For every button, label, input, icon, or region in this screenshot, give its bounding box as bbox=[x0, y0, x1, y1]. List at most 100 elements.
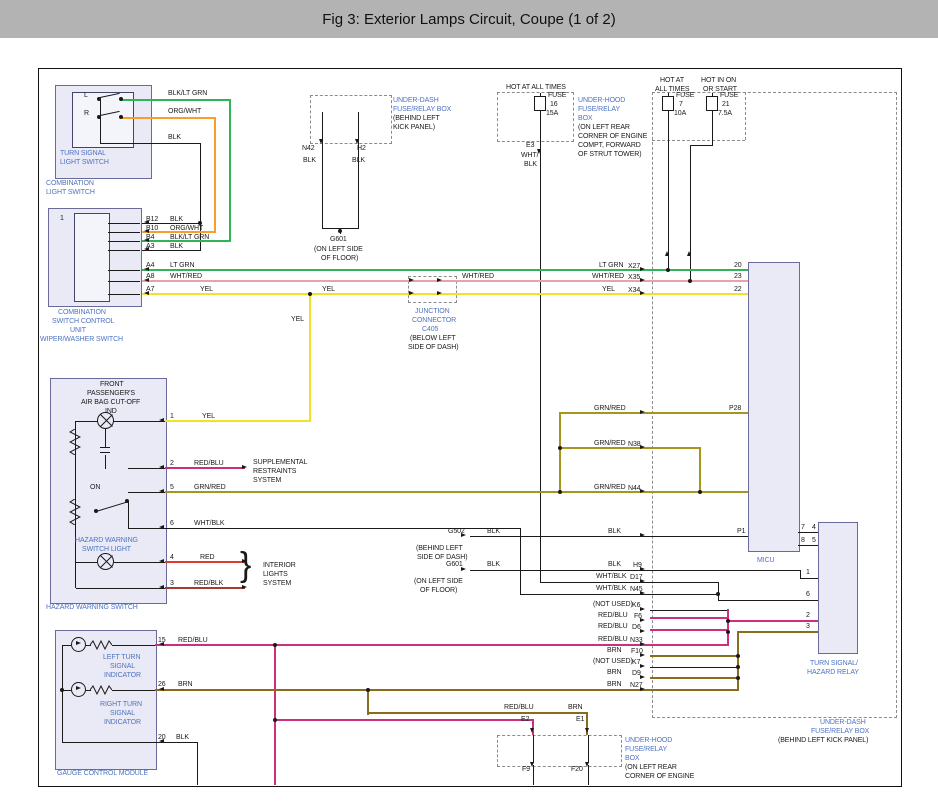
wire-label: N44 bbox=[628, 485, 641, 492]
connector-arrow-icon bbox=[640, 291, 645, 295]
component-caption: FUSE/RELAY BOX bbox=[393, 106, 451, 113]
wire-label: SUPPLEMENTAL bbox=[253, 459, 307, 466]
connector-arrow-icon bbox=[355, 139, 359, 144]
wire-label: RED/BLU bbox=[194, 460, 224, 467]
connector-arrow-icon bbox=[159, 489, 164, 493]
wire-label: HOT IN ON bbox=[701, 77, 736, 84]
component-caption: JUNCTION bbox=[415, 308, 450, 315]
wire-label: HOT AT bbox=[660, 77, 684, 84]
junction-dot bbox=[736, 676, 740, 680]
wire-label: (ON LEFT REAR bbox=[625, 764, 677, 771]
wire-label: SYSTEM bbox=[253, 477, 281, 484]
wire-label: N42 bbox=[302, 145, 315, 152]
wire-segment bbox=[108, 294, 140, 295]
wire-label: P28 bbox=[729, 405, 741, 412]
component-caption: BOX bbox=[625, 755, 639, 762]
wire-label: BLK bbox=[524, 161, 537, 168]
connector-arrow-icon bbox=[159, 559, 164, 563]
wire-segment bbox=[62, 645, 71, 646]
wire-segment bbox=[718, 600, 818, 601]
wire-segment bbox=[105, 429, 106, 447]
component-caption: HAZARD RELAY bbox=[807, 669, 859, 676]
wire-label: (NOT USED) bbox=[593, 601, 633, 608]
junction-dot bbox=[688, 279, 692, 283]
wire-label: (BELOW LEFT bbox=[410, 335, 456, 342]
wire-segment bbox=[559, 412, 561, 493]
wire-label: ON bbox=[90, 484, 100, 491]
wire-label: (BEHIND LEFT KICK PANEL) bbox=[778, 737, 868, 744]
wire-segment bbox=[108, 250, 140, 251]
wire-label: X34 bbox=[628, 287, 640, 294]
wire-label: INTERIOR bbox=[263, 562, 296, 569]
connector-arrow-icon bbox=[585, 762, 589, 767]
wire-label: 5 bbox=[170, 484, 174, 491]
wire-label: SYSTEM bbox=[263, 580, 291, 587]
wire-segment bbox=[309, 293, 311, 422]
wire-label: 7 bbox=[801, 524, 805, 531]
wire-segment bbox=[737, 631, 818, 633]
wire-segment bbox=[367, 712, 588, 714]
wire-label: A7 bbox=[146, 286, 154, 293]
wire-label: LT GRN bbox=[599, 262, 623, 269]
wire-segment bbox=[533, 765, 534, 785]
wire-segment bbox=[588, 765, 589, 785]
wire-label: (NOT USED) bbox=[593, 658, 633, 665]
wire-segment bbox=[800, 578, 818, 579]
wire-label: CORNER OF ENGINE bbox=[625, 773, 694, 780]
fuse-16-symbol bbox=[534, 96, 546, 111]
connector-arrow-icon bbox=[159, 465, 164, 469]
fuse-7-symbol bbox=[662, 96, 674, 111]
wire-segment bbox=[540, 582, 718, 583]
connector-arrow-icon bbox=[409, 291, 414, 295]
wire-label: LT GRN bbox=[170, 262, 194, 269]
wire-label: RESTRAINTS bbox=[253, 468, 296, 475]
wire-segment bbox=[76, 588, 165, 589]
wire-label: BRN bbox=[607, 647, 621, 654]
wire-label: K6 bbox=[632, 602, 640, 609]
wire-label: FUSE bbox=[676, 92, 694, 99]
wire-label: BRN bbox=[607, 681, 621, 688]
underhood-fuse-relay-box-bottom bbox=[497, 735, 622, 767]
wire-label: YEL bbox=[602, 286, 615, 293]
junction-dot bbox=[558, 490, 562, 494]
wire-label: BLK bbox=[168, 134, 181, 141]
wire-label: RED/BLU bbox=[504, 704, 534, 711]
junction-dot bbox=[273, 718, 277, 722]
resistor-icon bbox=[90, 685, 112, 695]
wire-segment bbox=[358, 112, 359, 142]
wire-segment bbox=[165, 491, 748, 493]
connector-arrow-icon bbox=[530, 728, 534, 733]
wire-label: 22 bbox=[734, 286, 742, 293]
connector-arrow-icon bbox=[640, 278, 645, 282]
wire-label: BRN bbox=[178, 681, 192, 688]
wire-label: (BEHIND LEFT bbox=[416, 545, 463, 552]
junction-dot bbox=[736, 665, 740, 669]
connector-arrow-icon bbox=[319, 139, 323, 144]
wire-label: A3 bbox=[146, 243, 154, 250]
connector-arrow-icon bbox=[640, 607, 645, 611]
wire-segment bbox=[727, 609, 729, 646]
wire-label: BLK/LT GRN bbox=[170, 234, 209, 241]
connector-arrow-icon bbox=[159, 525, 164, 529]
component-caption: COMBINATION bbox=[46, 180, 94, 187]
wire-segment bbox=[142, 269, 748, 271]
wire-label: YEL bbox=[291, 316, 304, 323]
junction-dot bbox=[97, 115, 101, 119]
wire-label: D6 bbox=[632, 624, 641, 631]
wire-label: BLK bbox=[170, 216, 183, 223]
wire-label: 16 bbox=[550, 101, 558, 108]
wire-label: F6 bbox=[634, 613, 642, 620]
wire-label: HOT AT ALL TIMES bbox=[506, 84, 566, 91]
component-caption: SIGNAL bbox=[110, 710, 135, 717]
underdash-fuse-relay-box-right bbox=[652, 92, 897, 718]
junction-dot bbox=[558, 446, 562, 450]
wire-segment bbox=[100, 447, 110, 448]
wire-segment bbox=[122, 99, 230, 101]
junction-dot bbox=[726, 619, 730, 623]
connector-arrow-icon bbox=[585, 728, 589, 733]
wire-label: OF STRUT TOWER) bbox=[578, 151, 641, 158]
wire-label: BLK bbox=[176, 734, 189, 741]
wire-segment bbox=[322, 142, 323, 228]
junction-dot bbox=[726, 630, 730, 634]
wire-label: 20 bbox=[158, 734, 166, 741]
